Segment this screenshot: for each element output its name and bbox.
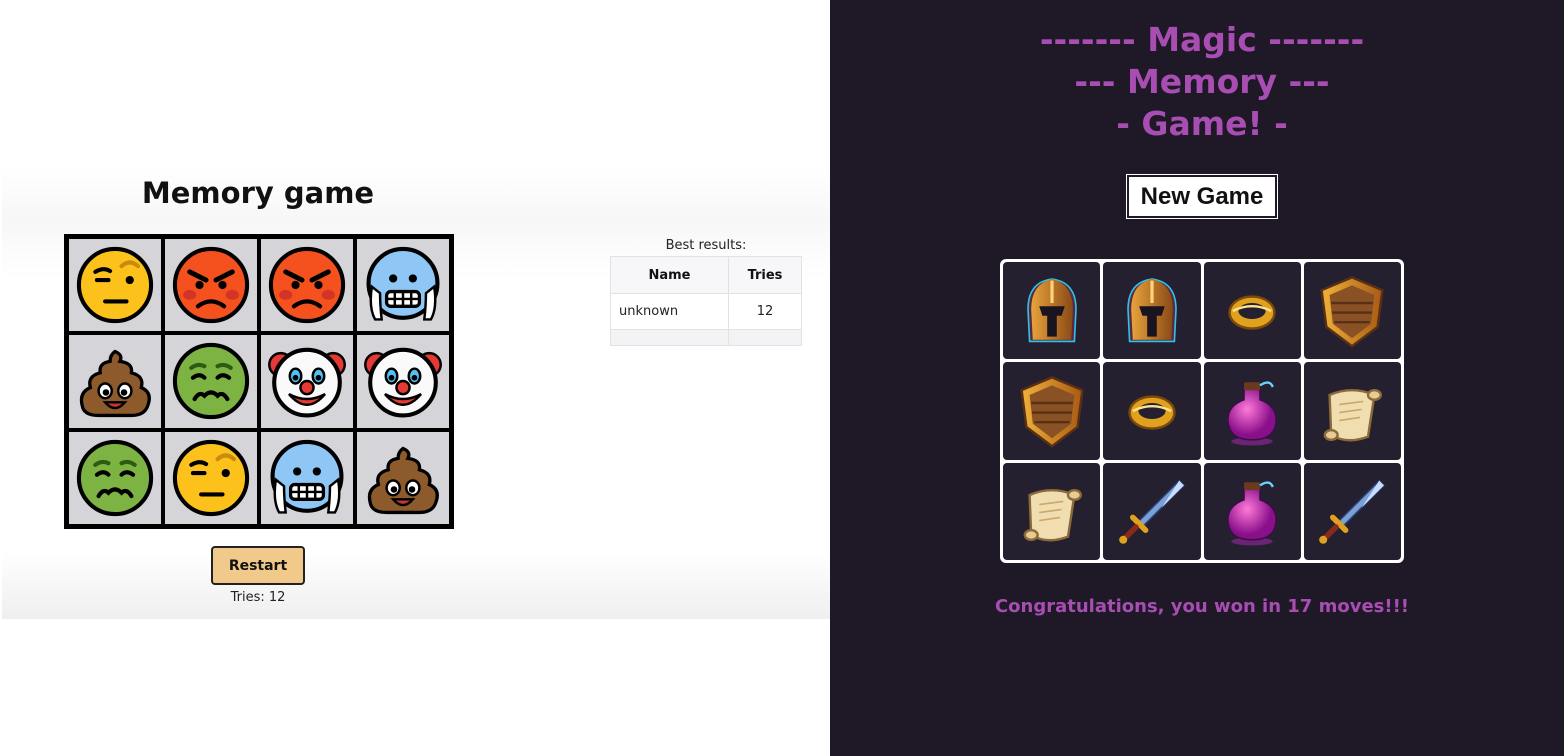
- emoji-memory-panel: Memory game Restart Tries: 12 Best resul…: [0, 0, 830, 756]
- sword-icon: [1119, 479, 1186, 545]
- magic-memory-panel: ------- Magic ------- --- Memory --- - G…: [830, 0, 1564, 756]
- clown-face-icon: [268, 348, 346, 418]
- memory-card[interactable]: [165, 431, 257, 524]
- memory-card[interactable]: [69, 335, 161, 428]
- memory-card[interactable]: [1303, 262, 1401, 360]
- fantasy-card-grid: [1000, 259, 1404, 563]
- scroll-icon: [1023, 489, 1082, 542]
- raised-eyebrow-face-icon: [172, 439, 250, 516]
- memory-card[interactable]: [1003, 262, 1101, 360]
- emoji-card-grid: [64, 234, 454, 529]
- page-title: Memory game: [141, 176, 375, 210]
- potion-icon: [1227, 481, 1278, 546]
- new-game-button[interactable]: New Game: [1126, 174, 1278, 219]
- title-line-1: ------- Magic -------: [1039, 20, 1365, 59]
- memory-card[interactable]: [261, 335, 353, 428]
- memory-card[interactable]: [1203, 262, 1301, 360]
- result-tries-cell: 12: [728, 293, 802, 330]
- memory-card[interactable]: [1103, 262, 1201, 360]
- angry-face-icon: [268, 247, 346, 324]
- title-line-2: --- Memory ---: [1074, 62, 1330, 101]
- best-results-caption: Best results:: [665, 238, 747, 253]
- memory-card[interactable]: [69, 431, 161, 524]
- title-line-3: - Game! -: [1116, 104, 1288, 143]
- nauseated-face-icon: [172, 343, 250, 420]
- raised-eyebrow-face-icon: [76, 247, 154, 324]
- ring-icon: [1128, 395, 1176, 430]
- ring-icon: [1228, 295, 1276, 330]
- memory-card[interactable]: [165, 239, 257, 332]
- memory-card[interactable]: [357, 431, 449, 524]
- helmet-icon: [1026, 277, 1077, 342]
- memory-card[interactable]: [165, 335, 257, 428]
- poop-icon: [367, 446, 439, 514]
- scroll-icon: [1323, 388, 1383, 442]
- cold-face-icon: [366, 247, 440, 321]
- helmet-icon: [1127, 277, 1177, 342]
- table-row: unknown 12: [610, 293, 802, 330]
- memory-card[interactable]: [69, 239, 161, 332]
- column-header-name: Name: [610, 256, 729, 294]
- nauseated-face-icon: [76, 439, 154, 516]
- table-row-empty: [610, 329, 802, 346]
- column-header-tries: Tries: [728, 256, 802, 294]
- memory-card[interactable]: [261, 239, 353, 332]
- memory-card[interactable]: [1203, 362, 1301, 460]
- memory-card[interactable]: [1203, 462, 1301, 560]
- sword-icon: [1319, 479, 1386, 545]
- memory-card[interactable]: [1103, 462, 1201, 560]
- restart-button[interactable]: Restart: [211, 546, 305, 585]
- result-name-cell: unknown: [610, 293, 729, 330]
- memory-card[interactable]: [1303, 462, 1401, 560]
- potion-icon: [1227, 381, 1278, 446]
- memory-card[interactable]: [261, 431, 353, 524]
- memory-card[interactable]: [1003, 362, 1101, 460]
- shield-icon: [1019, 376, 1084, 448]
- angry-face-icon: [172, 247, 250, 324]
- memory-card[interactable]: [357, 335, 449, 428]
- memory-card[interactable]: [357, 239, 449, 332]
- best-results-table: Name Tries unknown 12: [610, 256, 802, 346]
- memory-card[interactable]: [1303, 362, 1401, 460]
- table-header-row: Name Tries: [610, 256, 802, 294]
- cold-face-icon: [270, 439, 344, 514]
- memory-card[interactable]: [1103, 362, 1201, 460]
- win-message: Congratulations, you won in 17 moves!!!: [994, 596, 1410, 617]
- tries-counter: Tries: 12: [230, 590, 286, 605]
- memory-card[interactable]: [1003, 462, 1101, 560]
- poop-icon: [79, 350, 151, 418]
- shield-icon: [1320, 275, 1385, 348]
- clown-face-icon: [364, 348, 442, 418]
